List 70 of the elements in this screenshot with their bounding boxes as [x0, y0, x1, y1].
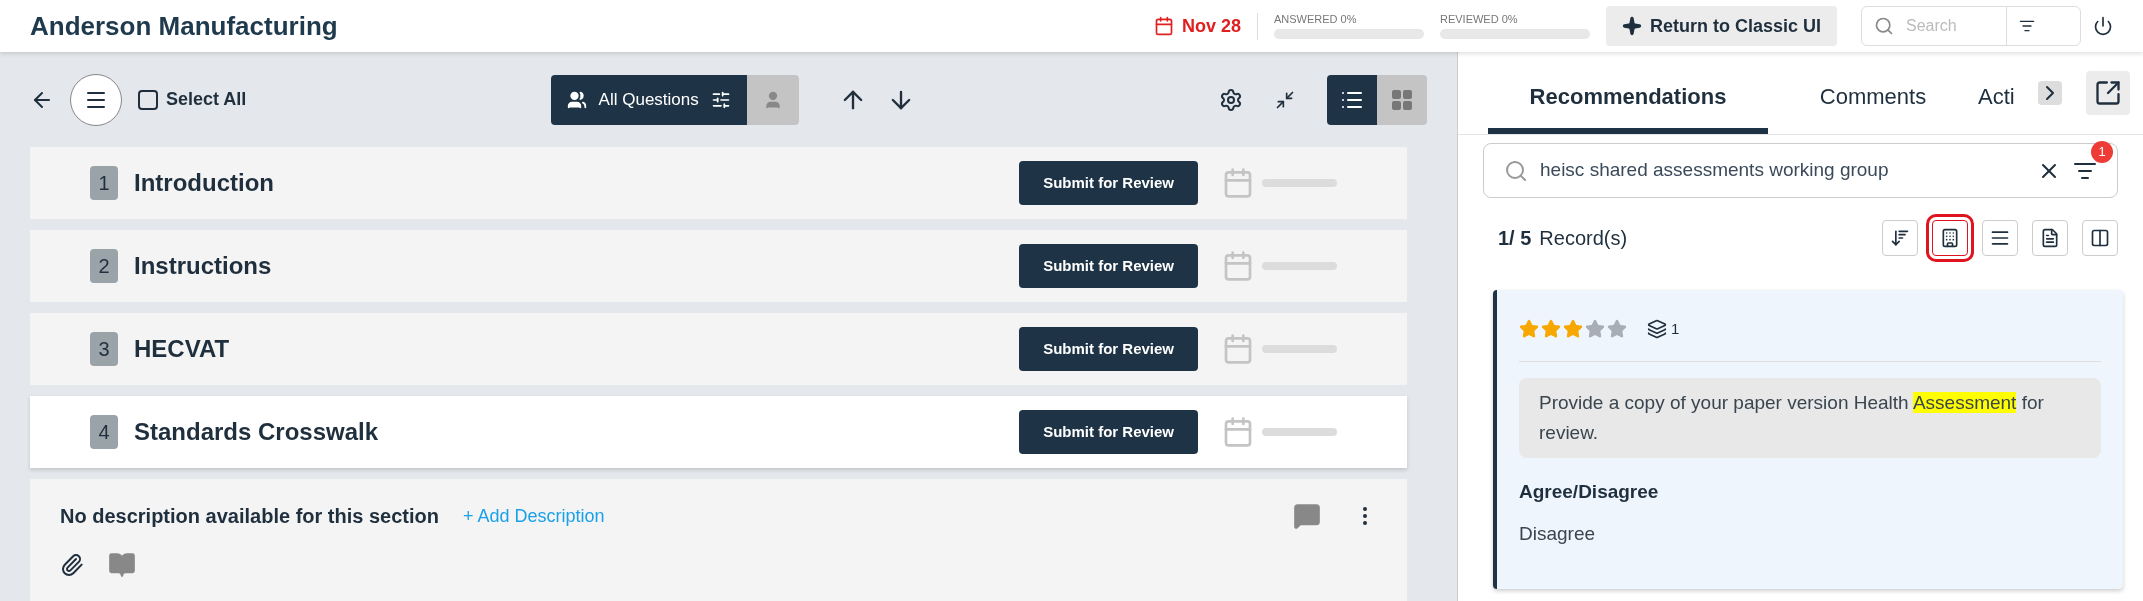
search-field[interactable]: Search	[1906, 14, 2006, 38]
panel-tab[interactable]: Recommendations	[1488, 64, 1768, 134]
layers-icon	[1647, 319, 1667, 340]
classic-ui-button[interactable]: Return to Classic UI	[1605, 6, 1837, 46]
star-icon	[1541, 319, 1561, 340]
section-number: 3	[90, 332, 118, 366]
sliders-icon	[710, 89, 731, 110]
open-external-icon[interactable]	[2094, 79, 2122, 107]
section-title: Introduction	[134, 168, 274, 198]
search-icon	[1874, 16, 1894, 36]
collapse-icon[interactable]	[1275, 89, 1295, 110]
filter-tab[interactable]: All Questions	[550, 74, 747, 125]
recommendation-card[interactable]: 1 Provide a copy of your paper version Health Assessment for review. Agree/Disagree Disagree	[1493, 290, 2123, 589]
section-number: 4	[90, 415, 118, 449]
progress-label: REVIEWED 0%	[1439, 13, 1519, 25]
lines-icon	[1990, 228, 2010, 248]
section-description: No description available for this section	[60, 504, 439, 529]
filter-icon[interactable]	[2019, 18, 2035, 34]
building-icon	[1940, 228, 1960, 248]
record-label: Record(s)	[1539, 226, 1628, 251]
layers-count: 1	[1671, 319, 1680, 339]
star-icon	[1607, 319, 1627, 340]
submit-review-button[interactable]: Submit for Review	[1019, 327, 1198, 371]
progress-label: ANSWERED 0%	[1273, 13, 1358, 25]
star-icon	[1585, 319, 1605, 340]
section-number: 1	[90, 166, 118, 200]
section-title: HECVAT	[134, 334, 230, 364]
columns-icon	[2090, 228, 2110, 248]
sort-icon	[1890, 228, 1910, 248]
recommendation-text: Provide a copy of your paper version Health Assessment for review.	[1519, 377, 2101, 458]
section-number: 2	[90, 249, 118, 283]
recommendation-search-field[interactable]: heisc shared assessments working group	[1540, 156, 2037, 185]
star-icon	[1563, 319, 1583, 340]
comment-icon[interactable]	[1293, 502, 1321, 530]
search-icon	[1504, 158, 1528, 183]
company-title: Anderson Manufacturing	[30, 9, 338, 43]
field-label: Agree/Disagree	[1519, 479, 1660, 504]
recommendation-search-bar[interactable]: heisc shared assessments working group 1	[1483, 143, 2118, 198]
panel-tab[interactable]: Acti	[1978, 64, 2038, 134]
grid-view-button[interactable]	[1377, 74, 1427, 125]
section-row[interactable]: 3 HECVAT Submit for Review	[30, 313, 1407, 385]
attachment-icon[interactable]	[60, 553, 84, 577]
section-title: Standards Crosswalk	[134, 417, 379, 447]
sparkle-icon	[1621, 16, 1642, 36]
record-position: 1/ 5	[1498, 226, 1532, 251]
calendar-icon	[1153, 16, 1174, 36]
search-bar[interactable]: Search	[1861, 6, 2081, 46]
people-icon	[566, 89, 587, 110]
power-icon[interactable]	[2093, 16, 2113, 36]
submit-review-button[interactable]: Submit for Review	[1019, 410, 1198, 454]
field-value: Disagree	[1519, 522, 1597, 546]
section-row[interactable]: 4 Standards Crosswalk Submit for Review	[30, 396, 1407, 468]
grid-icon	[1390, 87, 1414, 112]
section-row[interactable]: 2 Instructions Submit for Review	[30, 230, 1407, 302]
scroll-tabs-icon[interactable]	[2038, 81, 2062, 105]
filter-tab[interactable]	[746, 74, 799, 125]
section-row[interactable]: 1 Introduction Submit for Review	[30, 147, 1407, 219]
section-title: Instructions	[134, 251, 272, 281]
list-view-button[interactable]	[1327, 74, 1377, 125]
filter-count-badge: 1	[2091, 140, 2113, 163]
due-date: Nov 28	[1181, 14, 1241, 38]
book-icon[interactable]	[108, 551, 136, 579]
submit-review-button[interactable]: Submit for Review	[1019, 161, 1198, 205]
select-all-checkbox[interactable]: Select All	[138, 86, 247, 113]
menu-button[interactable]	[70, 73, 122, 126]
panel-tab[interactable]: Comments	[1768, 64, 1978, 134]
document-icon	[2040, 228, 2060, 248]
settings-icon[interactable]	[1219, 87, 1243, 112]
submit-review-button[interactable]: Submit for Review	[1019, 244, 1198, 288]
star-icon	[1519, 319, 1539, 340]
